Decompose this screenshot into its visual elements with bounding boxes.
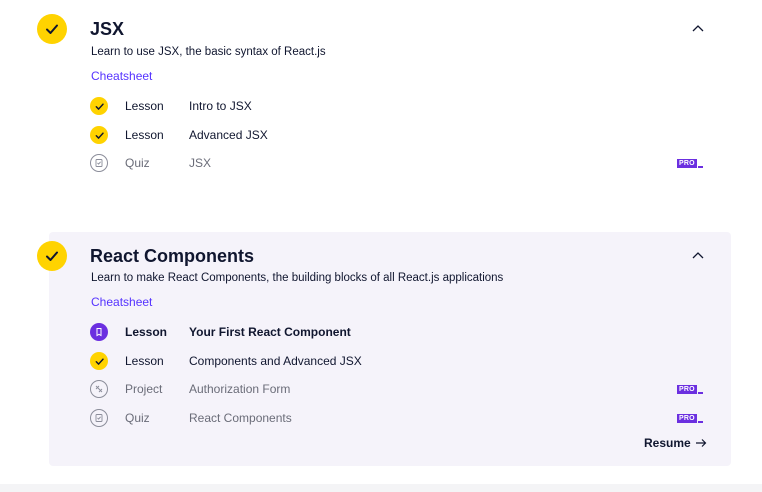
cheatsheet-link[interactable]: Cheatsheet xyxy=(91,295,152,309)
chevron-up-icon xyxy=(692,252,704,259)
quiz-icon xyxy=(95,414,103,422)
project-status xyxy=(90,380,108,398)
item-name: JSX xyxy=(189,156,212,170)
item-type: Lesson xyxy=(125,99,164,113)
pro-badge-underline xyxy=(697,166,703,168)
arrow-right-icon xyxy=(695,439,707,447)
chevron-up-icon xyxy=(692,25,704,32)
syllabus-item[interactable]: Project Authorization Form PRO xyxy=(90,378,710,400)
resume-button[interactable]: Resume xyxy=(644,436,707,450)
syllabus-item[interactable]: Lesson Components and Advanced JSX xyxy=(90,350,710,372)
module-react-components: React Components Learn to make React Com… xyxy=(0,232,762,466)
pro-badge: PRO xyxy=(677,156,703,168)
item-type: Lesson xyxy=(125,128,164,142)
collapse-toggle-button[interactable] xyxy=(688,20,708,36)
module-description: Learn to make React Components, the buil… xyxy=(91,272,504,284)
pro-badge: PRO xyxy=(677,411,703,423)
complete-status xyxy=(90,126,108,144)
module-complete-badge xyxy=(37,14,67,44)
current-status xyxy=(90,323,108,341)
quiz-status xyxy=(90,409,108,427)
syllabus-item[interactable]: Lesson Your First React Component xyxy=(90,321,710,343)
module-title: JSX xyxy=(90,19,125,39)
module-title: React Components xyxy=(90,246,255,266)
pro-badge-underline xyxy=(697,421,703,423)
pro-badge-label: PRO xyxy=(677,414,697,423)
complete-status xyxy=(90,352,108,370)
item-name: React Components xyxy=(189,411,292,425)
project-icon xyxy=(95,385,103,393)
item-name: Components and Advanced JSX xyxy=(189,354,362,368)
pro-badge-label: PRO xyxy=(677,159,697,168)
module-panel xyxy=(49,232,731,466)
check-icon xyxy=(46,251,58,261)
syllabus-item[interactable]: Lesson Intro to JSX xyxy=(90,95,710,117)
module-jsx: JSX Learn to use JSX, the basic syntax o… xyxy=(0,0,762,200)
syllabus-item[interactable]: Quiz React Components PRO xyxy=(90,407,710,429)
pro-badge-label: PRO xyxy=(677,385,697,394)
collapse-toggle-button[interactable] xyxy=(688,247,708,263)
quiz-status xyxy=(90,154,108,172)
item-name: Advanced JSX xyxy=(189,128,268,142)
pro-badge: PRO xyxy=(677,382,703,394)
item-type: Lesson xyxy=(125,354,164,368)
module-description: Learn to use JSX, the basic syntax of Re… xyxy=(91,46,326,58)
resume-label: Resume xyxy=(644,436,691,450)
module-complete-badge xyxy=(37,241,67,271)
check-icon xyxy=(95,102,104,110)
syllabus-item[interactable]: Quiz JSX PRO xyxy=(90,152,710,174)
item-name: Your First React Component xyxy=(189,325,351,339)
pro-badge-underline xyxy=(697,392,703,394)
quiz-icon xyxy=(95,159,103,167)
check-icon xyxy=(95,131,104,139)
complete-status xyxy=(90,97,108,115)
page-footer-edge xyxy=(0,484,762,492)
item-type: Project xyxy=(125,382,163,396)
item-type: Quiz xyxy=(125,156,150,170)
item-name: Authorization Form xyxy=(189,382,291,396)
cheatsheet-link[interactable]: Cheatsheet xyxy=(91,69,152,83)
lesson-doc-icon xyxy=(96,328,102,337)
item-name: Intro to JSX xyxy=(189,99,252,113)
check-icon xyxy=(46,24,58,34)
item-type: Quiz xyxy=(125,411,150,425)
syllabus-item[interactable]: Lesson Advanced JSX xyxy=(90,124,710,146)
item-type: Lesson xyxy=(125,325,168,339)
check-icon xyxy=(95,357,104,365)
